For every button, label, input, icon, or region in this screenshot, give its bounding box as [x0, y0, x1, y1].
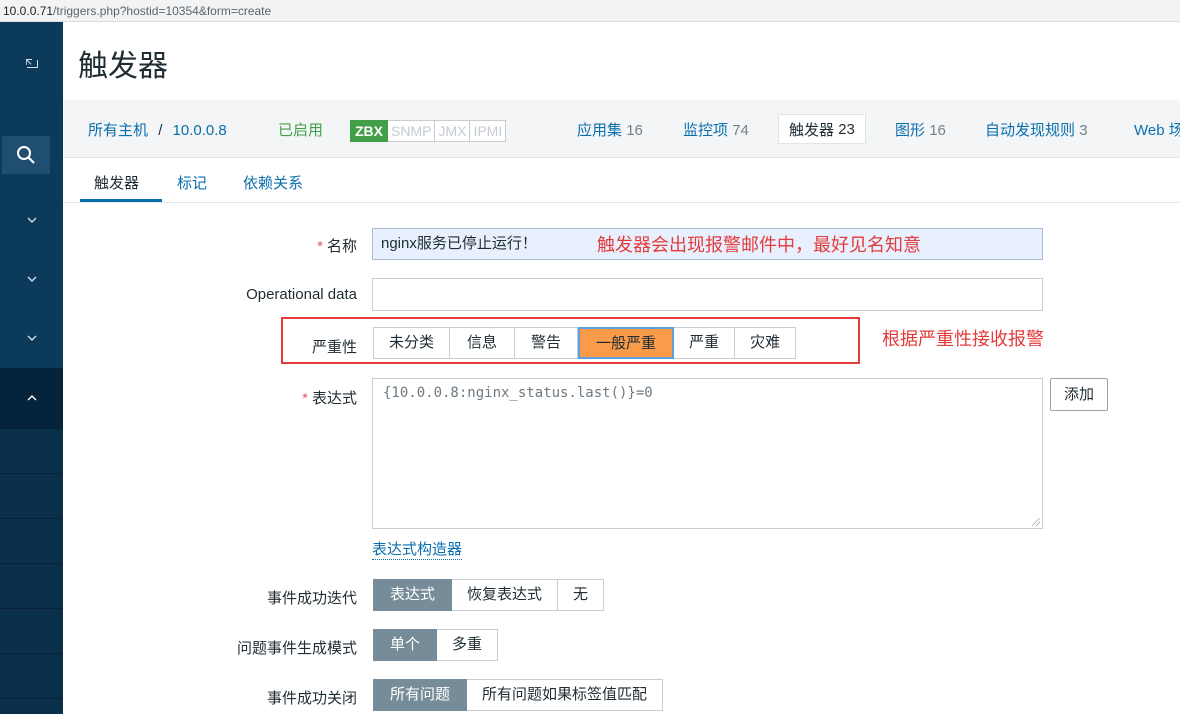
ipmi-badge: IPMI	[470, 120, 507, 142]
availability-indicators: ZBX SNMP JMX IPMI	[350, 120, 507, 142]
ok-event-expression[interactable]: 表达式	[373, 579, 453, 611]
expression-textarea[interactable]: {10.0.0.8:nginx_status.last()}=0	[372, 378, 1043, 529]
ok-event-none[interactable]: 无	[558, 579, 605, 611]
ok-event-selector: 表达式 恢复表达式 无	[373, 579, 605, 611]
snmp-badge: SNMP	[388, 120, 436, 142]
required-marker: *	[302, 390, 308, 407]
severity-average[interactable]: 一般严重	[578, 327, 675, 359]
nav-items-label[interactable]: 监控项	[683, 122, 728, 139]
address-bar[interactable]: 10.0.0.71/triggers.php?hostid=10354&form…	[0, 0, 1180, 22]
problem-mode-label: 问题事件生成模式	[236, 640, 357, 657]
form-tabs: 触发器 标记 依赖关系	[63, 158, 1180, 203]
sidebar-subitem[interactable]	[0, 653, 63, 698]
breadcrumb-separator: /	[158, 122, 163, 139]
sidebar-subitem[interactable]	[0, 518, 63, 563]
problem-mode-multiple[interactable]: 多重	[437, 629, 499, 661]
nav-triggers-current[interactable]: 触发器 23	[778, 114, 866, 144]
nav-items[interactable]: 监控项 74	[683, 122, 749, 140]
required-marker: *	[317, 238, 323, 255]
expression-label-text: 表达式	[311, 390, 357, 407]
operational-data-input[interactable]	[372, 278, 1043, 311]
url-host: 10.0.0.71	[3, 4, 54, 18]
name-label: * 名称	[317, 235, 357, 256]
tab-dependencies[interactable]: 依赖关系	[243, 172, 303, 193]
expression-label: * 表达式	[302, 387, 357, 408]
tab-trigger[interactable]: 触发器	[94, 172, 139, 193]
severity-annotation: 根据严重性接收报警	[882, 329, 1044, 349]
severity-warning[interactable]: 警告	[515, 327, 579, 359]
host-navigation: 所有主机 / 10.0.0.8 已启用 ZBX SNMP JMX IPMI 应用…	[63, 100, 1180, 158]
breadcrumb: 所有主机 / 10.0.0.8	[88, 122, 227, 140]
add-button[interactable]: 添加	[1050, 378, 1109, 411]
opdata-label: Operational data	[246, 286, 357, 303]
sidebar	[0, 22, 63, 714]
chevron-down-icon[interactable]	[0, 254, 63, 304]
ok-close-all[interactable]: 所有问题	[373, 679, 468, 711]
nav-triggers-count: 23	[838, 120, 855, 138]
sidebar-subitem[interactable]	[0, 698, 63, 714]
nav-web[interactable]: Web 场	[1134, 122, 1180, 140]
chevron-down-icon[interactable]	[0, 195, 63, 245]
name-annotation: 触发器会出现报警邮件中，最好见名知意	[597, 235, 921, 255]
ok-event-label: 事件成功迭代	[266, 590, 357, 607]
nav-graphs-label[interactable]: 图形	[895, 122, 925, 139]
breadcrumb-all-hosts[interactable]: 所有主机	[88, 122, 148, 139]
breadcrumb-host[interactable]: 10.0.0.8	[173, 122, 227, 139]
resize-handle-icon[interactable]	[1032, 518, 1040, 526]
sidebar-subitem[interactable]	[0, 428, 63, 473]
sidebar-subitem[interactable]	[0, 608, 63, 653]
nav-graphs[interactable]: 图形 16	[895, 122, 946, 140]
ok-close-label: 事件成功关闭	[266, 690, 357, 707]
severity-selector: 未分类 信息 警告 一般严重 严重 灾难	[373, 327, 797, 359]
jmx-badge: JMX	[435, 120, 471, 142]
search-icon[interactable]	[2, 136, 50, 174]
nav-discovery[interactable]: 自动发现规则 3	[985, 122, 1088, 140]
chevron-up-icon[interactable]	[0, 368, 63, 428]
active-tab-indicator	[80, 199, 162, 202]
page-title: 触发器	[78, 49, 168, 84]
severity-information[interactable]: 信息	[450, 327, 516, 359]
nav-triggers-label: 触发器	[789, 121, 835, 139]
expression-value: {10.0.0.8:nginx_status.last()}=0	[383, 385, 653, 401]
chevron-down-icon[interactable]	[0, 313, 63, 363]
severity-not-classified[interactable]: 未分类	[373, 327, 451, 359]
severity-label: 严重性	[311, 339, 357, 356]
nav-items-count: 74	[732, 122, 749, 139]
name-label-text: 名称	[326, 238, 357, 255]
name-input-value: nginx服务已停止运行！	[381, 235, 537, 252]
problem-mode-selector: 单个 多重	[373, 629, 499, 661]
severity-disaster[interactable]: 灾难	[735, 327, 797, 359]
ok-close-selector: 所有问题 所有问题如果标签值匹配	[373, 679, 664, 711]
ok-close-tag-match[interactable]: 所有问题如果标签值匹配	[467, 679, 664, 711]
collapse-icon[interactable]	[0, 50, 63, 80]
problem-mode-single[interactable]: 单个	[373, 629, 438, 661]
sidebar-subitem[interactable]	[0, 563, 63, 608]
zbx-badge: ZBX	[350, 120, 388, 142]
ok-event-recovery[interactable]: 恢复表达式	[452, 579, 559, 611]
sidebar-subitem[interactable]	[0, 473, 63, 518]
host-status[interactable]: 已启用	[278, 122, 323, 140]
nav-discovery-label[interactable]: 自动发现规则	[985, 122, 1075, 139]
nav-graphs-count: 16	[929, 122, 946, 139]
url-path: /triggers.php?hostid=10354&form=create	[53, 4, 272, 18]
nav-applications-count: 16	[626, 122, 643, 139]
nav-web-label[interactable]: Web 场	[1134, 122, 1180, 139]
nav-applications-label[interactable]: 应用集	[577, 122, 622, 139]
nav-discovery-count: 3	[1079, 122, 1088, 139]
tab-tags[interactable]: 标记	[177, 172, 207, 193]
nav-applications[interactable]: 应用集 16	[577, 122, 643, 140]
severity-high[interactable]: 严重	[674, 327, 736, 359]
expression-builder-link[interactable]: 表达式构造器	[372, 541, 463, 560]
